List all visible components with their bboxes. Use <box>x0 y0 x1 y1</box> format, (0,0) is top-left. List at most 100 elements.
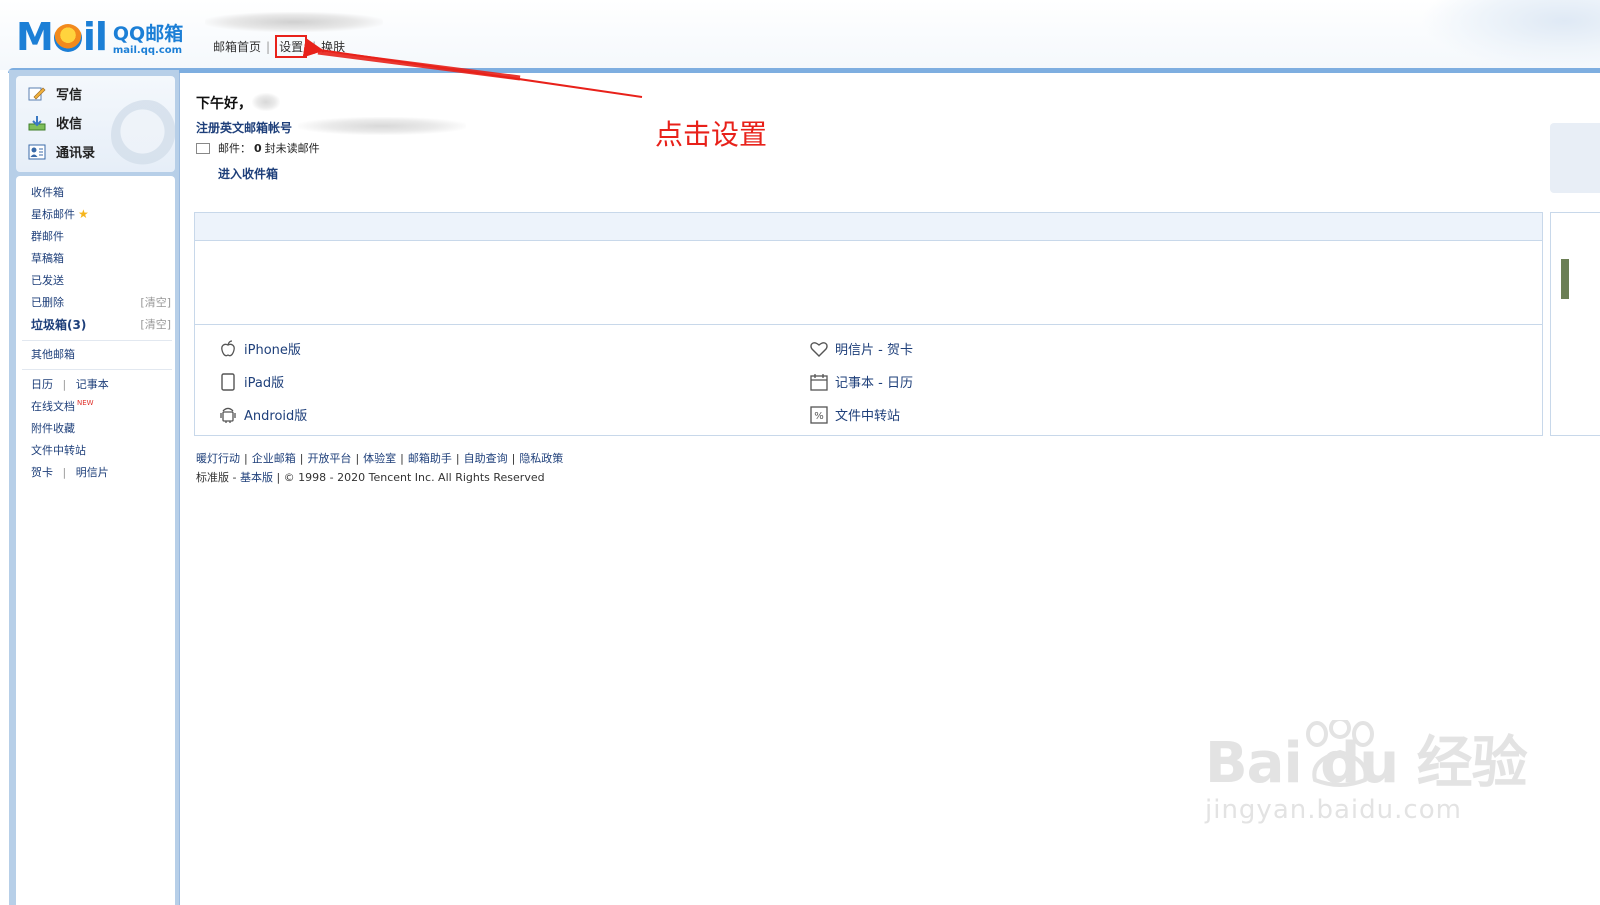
card-link[interactable]: 贺卡 <box>31 466 53 479</box>
empty-deleted-button[interactable]: [清空] <box>140 294 171 310</box>
penguin-decoration <box>111 100 175 170</box>
apps-panel: iPhone版 iPad版 Android版 明信片 - 贺卡 记事本 - 日历 <box>194 212 1543 436</box>
qqmail-logo[interactable]: Mil QQ邮箱 mail.qq.com <box>16 14 183 56</box>
compose-icon <box>28 86 46 102</box>
tool-separator: | <box>62 466 67 479</box>
version-dash: - <box>229 471 240 484</box>
right-panel-image <box>1561 259 1569 299</box>
basic-version-link[interactable]: 基本版 <box>240 471 273 484</box>
tablet-icon <box>219 372 237 391</box>
app-ipad-label: iPad版 <box>244 376 285 391</box>
footer-link[interactable]: 体验室 <box>363 452 396 465</box>
folder-drafts[interactable]: 草稿箱 <box>31 250 64 266</box>
copyright-text: | © 1998 - 2020 Tencent Inc. All Rights … <box>276 471 545 484</box>
footer-separator: | <box>455 452 460 465</box>
contacts-label: 通讯录 <box>56 146 96 161</box>
app-file-transfer[interactable]: % 文件中转站 <box>810 405 900 424</box>
star-icon: ★ <box>78 207 89 221</box>
app-postcard-card[interactable]: 明信片 - 贺卡 <box>810 339 913 358</box>
right-panel-stub <box>1550 123 1600 193</box>
folder-starred[interactable]: 星标邮件 ★ <box>31 206 89 222</box>
app-notebook-label: 记事本 - 日历 <box>835 376 913 391</box>
apps-panel-header <box>195 213 1542 241</box>
standard-version-label: 标准版 <box>196 471 229 484</box>
app-notebook-calendar[interactable]: 记事本 - 日历 <box>810 372 913 391</box>
postcard-link[interactable]: 明信片 <box>76 466 109 479</box>
footer-link[interactable]: 隐私政策 <box>519 452 563 465</box>
folder-inbox[interactable]: 收件箱 <box>31 184 64 200</box>
compose-button[interactable]: 写信 <box>28 84 82 103</box>
file-transfer-link[interactable]: 文件中转站 <box>31 442 86 458</box>
contacts-icon <box>28 144 46 160</box>
footer-link[interactable]: 自助查询 <box>464 452 508 465</box>
register-english-account-link[interactable]: 注册英文邮箱帐号 <box>196 119 292 136</box>
notebook-link[interactable]: 记事本 <box>76 378 109 391</box>
footer-link[interactable]: 开放平台 <box>307 452 351 465</box>
logo-wordmark: Mil <box>16 15 108 59</box>
online-docs-link[interactable]: 在线文档 NEW <box>31 398 94 414</box>
annotation-click-settings: 点击设置 <box>655 118 768 151</box>
baidu-watermark: Bai du 经验 jingyan.baidu.com <box>1205 718 1528 825</box>
app-iphone-label: iPhone版 <box>244 343 301 358</box>
unread-suffix: 封未读邮件 <box>264 142 320 155</box>
heart-icon <box>810 340 828 358</box>
sidebar: 写信 收信 通讯录 收件箱 星标邮件 ★ 群邮件 草稿箱 已发送 已删除 [清空]… <box>9 70 179 905</box>
footer-separator: | <box>511 452 516 465</box>
app-android[interactable]: Android版 <box>219 405 307 424</box>
attachments-link[interactable]: 附件收藏 <box>31 420 75 436</box>
receive-label: 收信 <box>56 117 83 132</box>
calendar-link[interactable]: 日历 <box>31 378 53 391</box>
app-android-label: Android版 <box>244 409 308 424</box>
right-side-panel <box>1550 212 1600 436</box>
footer-separator: | <box>400 452 404 465</box>
footer-links: 暖灯行动 | 企业邮箱 | 开放平台 | 体验室 | 邮箱助手 | 自助查询 | 隐私政策 <box>196 450 563 466</box>
other-mailboxes[interactable]: 其他邮箱 <box>31 346 75 362</box>
nav-skin[interactable]: 换肤 <box>321 38 345 55</box>
nav-separator: | <box>312 39 317 54</box>
apps-panel-body <box>195 241 1542 325</box>
file-transfer-icon: % <box>810 405 828 424</box>
footer-link[interactable]: 企业邮箱 <box>252 452 296 465</box>
enter-inbox-link[interactable]: 进入收件箱 <box>218 165 278 182</box>
envelope-icon <box>196 142 210 154</box>
watermark-brand: Bai du 经验 <box>1205 731 1528 796</box>
blurred-username <box>205 12 383 32</box>
nav-settings[interactable]: 设置 <box>275 35 308 58</box>
app-postcard-label: 明信片 - 贺卡 <box>835 343 913 358</box>
nav-mail-home[interactable]: 邮箱首页 <box>213 38 261 55</box>
footer-copyright: 标准版 - 基本版 | © 1998 - 2020 Tencent Inc. A… <box>196 469 545 485</box>
divider <box>22 369 172 370</box>
folder-list: 收件箱 星标邮件 ★ 群邮件 草稿箱 已发送 已删除 [清空] 垃圾箱(3) [清… <box>16 176 175 905</box>
app-iphone[interactable]: iPhone版 <box>219 339 301 358</box>
footer-link[interactable]: 暖灯行动 <box>196 452 240 465</box>
quick-actions: 写信 收信 通讯录 <box>16 76 175 172</box>
folder-spam[interactable]: 垃圾箱(3) <box>31 316 86 333</box>
folder-starred-label: 星标邮件 <box>31 208 75 221</box>
top-nav: 邮箱首页 | 设置 | 换肤 <box>213 35 345 58</box>
folder-sent[interactable]: 已发送 <box>31 272 64 288</box>
watermark-url: jingyan.baidu.com <box>1205 795 1462 825</box>
nav-separator: | <box>266 39 271 54</box>
android-icon <box>219 406 237 424</box>
app-file-transfer-label: 文件中转站 <box>835 409 901 424</box>
receive-button[interactable]: 收信 <box>28 113 82 132</box>
footer-separator: | <box>355 452 360 465</box>
divider <box>22 340 172 341</box>
contacts-button[interactable]: 通讯录 <box>28 142 95 161</box>
inbox-download-icon <box>28 115 46 131</box>
top-bar: Mil QQ邮箱 mail.qq.com 邮箱首页 | 设置 | 换肤 <box>0 0 1600 70</box>
online-docs-label: 在线文档 <box>31 400 75 413</box>
unread-count: 0 <box>254 141 262 155</box>
folder-deleted[interactable]: 已删除 <box>31 294 64 310</box>
footer-separator: | <box>244 452 248 465</box>
folder-group[interactable]: 群邮件 <box>31 228 64 244</box>
logo-brand: QQ邮箱 <box>112 23 184 45</box>
sky-decoration <box>1420 0 1600 70</box>
mail-label: 邮件： <box>218 142 251 155</box>
new-badge: NEW <box>77 399 94 408</box>
footer-link[interactable]: 邮箱助手 <box>408 452 452 465</box>
apple-icon <box>219 339 237 358</box>
app-ipad[interactable]: iPad版 <box>219 372 284 391</box>
empty-spam-button[interactable]: [清空] <box>140 316 171 332</box>
logo-domain: mail.qq.com <box>112 45 183 56</box>
